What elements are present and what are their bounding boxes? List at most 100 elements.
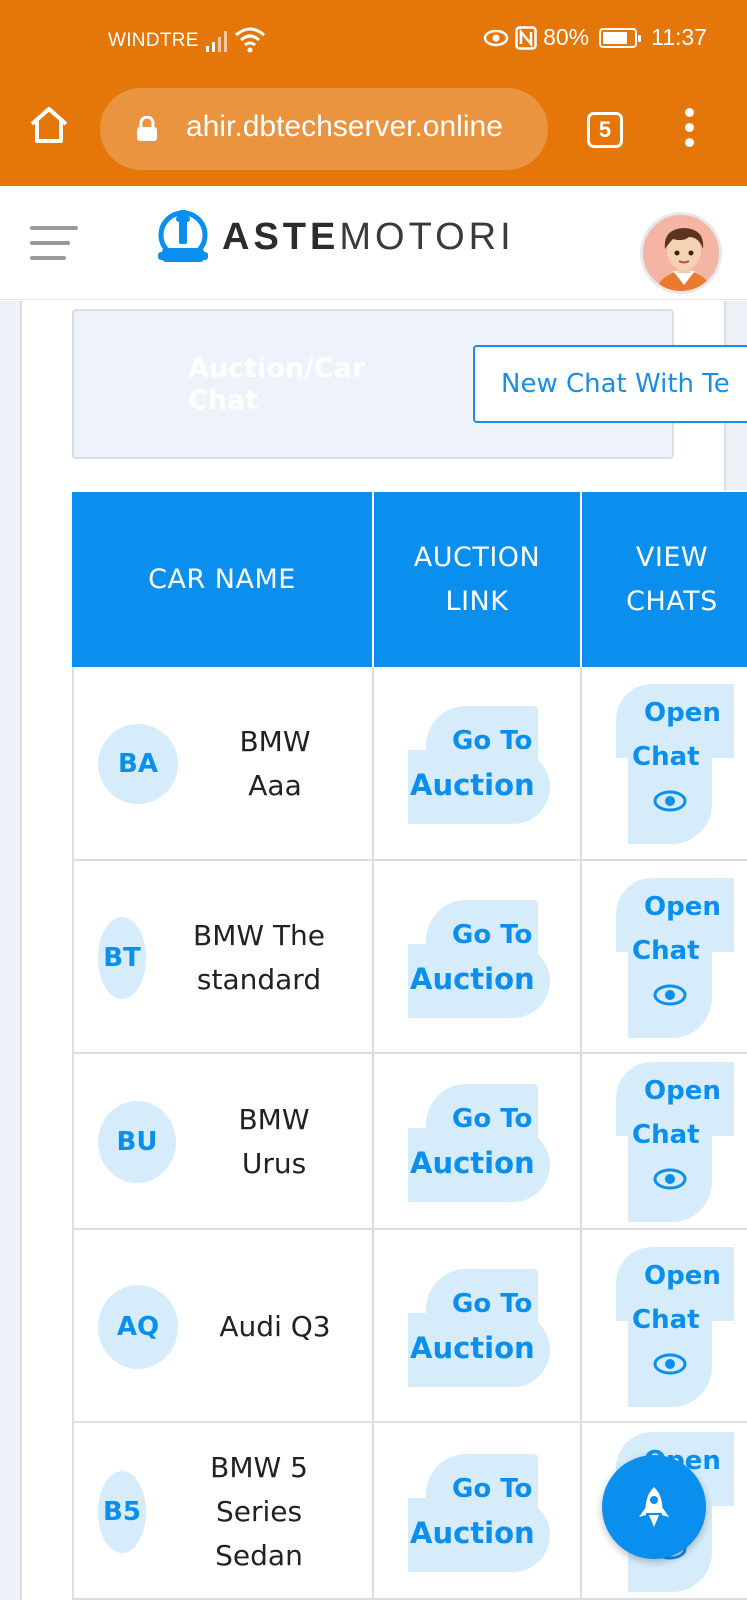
auction-label: Auction [410, 1146, 535, 1180]
tabs-count-button[interactable]: 5 [587, 112, 623, 148]
status-bar: WINDTRE 80% 11:37 [0, 0, 747, 86]
logo-icon [158, 210, 208, 262]
battery-percent: 80% [543, 24, 590, 50]
browser-chrome: WINDTRE 80% 11:37 ahir.dbtechserver.onli… [0, 0, 747, 186]
column-header-car-name: CAR NAME [148, 563, 296, 595]
car-name-line: BMW 5 [210, 1450, 308, 1484]
auction-label: Auction [410, 1515, 535, 1550]
car-name: BMW Urus [186, 1098, 362, 1186]
cell-divider [580, 667, 582, 861]
app-header: ASTEMOTORI [0, 186, 747, 300]
open-label: Open [644, 1076, 721, 1106]
left-rail [0, 301, 22, 1600]
eye-comfort-icon [483, 29, 509, 46]
car-name: BMW 5 Series Sedan [156, 1446, 362, 1578]
header-auction-line2: LINK [445, 585, 509, 617]
address-bar[interactable]: ahir.dbtechserver.online [100, 88, 548, 170]
row-border [72, 1054, 74, 1230]
status-right: 80% 11:37 [483, 24, 707, 51]
cell-divider [372, 1423, 374, 1600]
header-view-line1: VIEW [635, 541, 709, 573]
car-name-line: Series [215, 1494, 303, 1528]
car-name-line: Sedan [215, 1538, 303, 1572]
cell-divider [372, 1054, 374, 1230]
lock-icon [137, 116, 157, 141]
chat-label: Chat [632, 1304, 700, 1335]
car-initials-badge: BT [98, 916, 146, 999]
logo-bold: ASTE [222, 216, 340, 258]
car-name-line: Urus [241, 1147, 307, 1180]
go-to-auction-button[interactable]: Go To Auction [408, 1268, 558, 1387]
go-to-label: Go To [452, 1288, 533, 1319]
car-name-line: Aaa [248, 769, 302, 802]
column-header-view-chats: VIEW CHATS [582, 492, 747, 667]
column-header-auction-link: AUCTION LINK [374, 492, 580, 667]
rocket-fab-button[interactable] [602, 1455, 706, 1559]
go-to-auction-button[interactable]: Go To Auction [408, 706, 558, 824]
cell-divider [580, 861, 582, 1054]
car-name-line: BMW [239, 725, 311, 758]
table-row: BA BMW Aaa Go To Auction Open Chat [72, 667, 747, 861]
chat-label: Chat [632, 742, 700, 772]
go-to-label: Go To [452, 1473, 533, 1504]
cell-divider [372, 861, 374, 1054]
go-to-auction-button[interactable]: Go To Auction [408, 1084, 558, 1202]
car-name: BMW The standard [156, 914, 362, 1002]
cell-divider [580, 1423, 582, 1600]
car-initials-badge: BA [98, 724, 178, 804]
logo-text: ASTEMOTORI [222, 216, 515, 259]
signal-icon [206, 31, 227, 52]
table-row: BU BMW Urus Go To Auction Open Chat [72, 1054, 747, 1230]
car-name-line: BMW [238, 1103, 310, 1136]
wifi-icon [235, 27, 265, 53]
row-border [72, 861, 74, 1054]
car-initials-badge: AQ [98, 1284, 178, 1369]
eye-icon [653, 1168, 687, 1190]
car-initials-badge: BU [98, 1101, 176, 1183]
auction-label: Auction [410, 961, 535, 996]
header-view-line2: CHATS [626, 585, 718, 617]
browser-menu-icon[interactable] [680, 108, 698, 150]
cell-divider [372, 1230, 374, 1423]
avatar-illustration [643, 215, 719, 291]
car-name: Audi Q3 [188, 1305, 362, 1349]
table-header: CAR NAME AUCTION LINK VIEW CHATS [72, 492, 747, 667]
card-title: Auction/Car Chat [188, 353, 366, 416]
url-text[interactable]: ahir.dbtechserver.online [186, 110, 530, 144]
table-row: AQ Audi Q3 Go To Auction Open Chat [72, 1230, 747, 1423]
car-name-line: Audi Q3 [219, 1309, 331, 1343]
logo-light: MOTORI [339, 216, 515, 258]
go-to-auction-button[interactable]: Go To Auction [408, 899, 558, 1018]
open-chat-button[interactable]: Open Chat [616, 684, 736, 846]
auction-label: Auction [410, 768, 535, 802]
eye-icon [653, 1353, 687, 1374]
open-chat-button[interactable]: Open Chat [616, 1246, 736, 1409]
nfc-icon [515, 25, 537, 50]
go-to-auction-button[interactable]: Go To Auction [408, 1453, 558, 1572]
open-chat-button[interactable]: Open Chat [616, 877, 736, 1040]
car-name-line: standard [196, 962, 322, 996]
row-border [72, 1230, 74, 1423]
chat-label: Chat [632, 1120, 700, 1150]
header-auction-line1: AUCTION [413, 541, 541, 573]
go-to-label: Go To [452, 1104, 533, 1134]
go-to-label: Go To [452, 726, 533, 756]
auction-label: Auction [410, 1330, 535, 1365]
table-row: BT BMW The standard Go To Auction Open Chat [72, 861, 747, 1054]
car-name: BMW Aaa [188, 720, 362, 808]
new-chat-button[interactable]: New Chat With Te [473, 345, 747, 423]
car-initials-badge: B5 [98, 1470, 146, 1553]
open-chat-button[interactable]: Open Chat [616, 1062, 736, 1224]
rocket-icon [639, 1487, 669, 1527]
carrier-name: WINDTRE [108, 30, 199, 51]
eye-icon [653, 984, 687, 1005]
go-to-label: Go To [452, 919, 533, 950]
cell-divider [580, 1230, 582, 1423]
hamburger-menu-icon[interactable] [30, 226, 80, 262]
eye-icon [653, 790, 687, 812]
row-border [72, 1423, 74, 1600]
home-icon[interactable] [28, 104, 70, 146]
row-border [72, 667, 74, 861]
battery-icon [599, 27, 642, 48]
avatar[interactable] [640, 212, 722, 294]
